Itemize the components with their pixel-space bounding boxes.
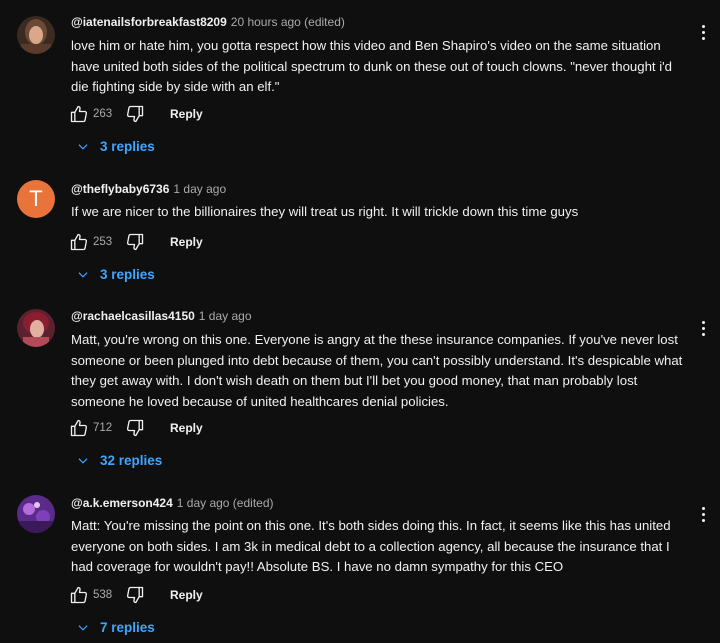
- more-options-button[interactable]: [695, 502, 711, 526]
- like-count: 253: [93, 236, 113, 248]
- replies-label: 3 replies: [100, 267, 155, 282]
- comment-author[interactable]: @rachaelcasillas4150: [71, 309, 195, 323]
- view-replies-button[interactable]: 7 replies: [76, 620, 155, 635]
- comment-text: If we are nicer to the billionaires they…: [71, 204, 579, 219]
- comment-actions: 538 Reply: [69, 583, 203, 607]
- avatar[interactable]: T: [17, 180, 55, 218]
- replies-label: 7 replies: [100, 620, 155, 635]
- view-replies-button[interactable]: 32 replies: [76, 453, 162, 468]
- chevron-down-icon: [78, 271, 88, 278]
- more-vert-icon: [701, 320, 705, 324]
- chevron-down-icon: [78, 457, 88, 464]
- chevron-down-icon: [78, 624, 88, 631]
- like-button[interactable]: [69, 418, 89, 438]
- thumbs-up-icon: [70, 586, 88, 604]
- comment-time[interactable]: 1 day ago: [199, 309, 252, 323]
- replies-label: 32 replies: [100, 453, 163, 468]
- reply-button[interactable]: Reply: [170, 107, 203, 121]
- dislike-button[interactable]: [125, 232, 145, 252]
- more-options-button[interactable]: [695, 316, 711, 340]
- comment-header: @theflybaby6736 1 day ago: [71, 182, 226, 196]
- comment-actions: 712 Reply: [69, 416, 203, 440]
- dislike-button[interactable]: [125, 585, 145, 605]
- dislike-button[interactable]: [125, 418, 145, 438]
- comment-author[interactable]: @a.k.emerson424: [71, 496, 173, 510]
- thumbs-up-icon: [70, 419, 88, 437]
- replies-label: 3 replies: [100, 139, 155, 154]
- comment-text: Matt: You're missing the point on this o…: [71, 518, 671, 574]
- chevron-down-icon: [78, 143, 88, 150]
- reply-button[interactable]: Reply: [170, 235, 203, 249]
- reply-button[interactable]: Reply: [170, 588, 203, 602]
- avatar[interactable]: [17, 495, 55, 533]
- comment-header: @a.k.emerson424 1 day ago (edited): [71, 496, 274, 510]
- view-replies-button[interactable]: 3 replies: [76, 139, 155, 154]
- comment-time[interactable]: 1 day ago: [173, 182, 226, 196]
- like-count: 263: [93, 108, 113, 120]
- avatar-letter: T: [29, 186, 43, 211]
- more-vert-icon: [701, 506, 705, 510]
- like-count: 712: [93, 422, 113, 434]
- view-replies-button[interactable]: 3 replies: [76, 267, 155, 282]
- like-button[interactable]: [69, 104, 89, 124]
- like-button[interactable]: [69, 232, 89, 252]
- thumbs-up-icon: [70, 105, 88, 123]
- comment-time[interactable]: 20 hours ago (edited): [231, 15, 345, 29]
- reply-button[interactable]: Reply: [170, 421, 203, 435]
- avatar[interactable]: [17, 16, 55, 54]
- more-options-button[interactable]: [695, 20, 711, 44]
- comment-actions: 253 Reply: [69, 230, 203, 254]
- dislike-button[interactable]: [125, 104, 145, 124]
- more-vert-icon: [701, 24, 705, 28]
- thumbs-up-icon: [70, 233, 88, 251]
- avatar[interactable]: [17, 309, 55, 347]
- comment-author[interactable]: @theflybaby6736: [71, 182, 169, 196]
- like-button[interactable]: [69, 585, 89, 605]
- comment-time[interactable]: 1 day ago (edited): [177, 496, 274, 510]
- thumbs-down-icon: [126, 419, 144, 437]
- comment-text: love him or hate him, you gotta respect …: [71, 38, 673, 94]
- like-count: 538: [93, 589, 113, 601]
- comment-actions: 263 Reply: [69, 102, 203, 126]
- thumbs-down-icon: [126, 233, 144, 251]
- thumbs-down-icon: [126, 586, 144, 604]
- thumbs-down-icon: [126, 105, 144, 123]
- comment-author[interactable]: @iatenailsforbreakfast8209: [71, 15, 227, 29]
- comment-text: Matt, you're wrong on this one. Everyone…: [71, 332, 683, 409]
- comment-header: @iatenailsforbreakfast8209 20 hours ago (…: [71, 15, 345, 29]
- comment-header: @rachaelcasillas4150 1 day ago: [71, 309, 252, 323]
